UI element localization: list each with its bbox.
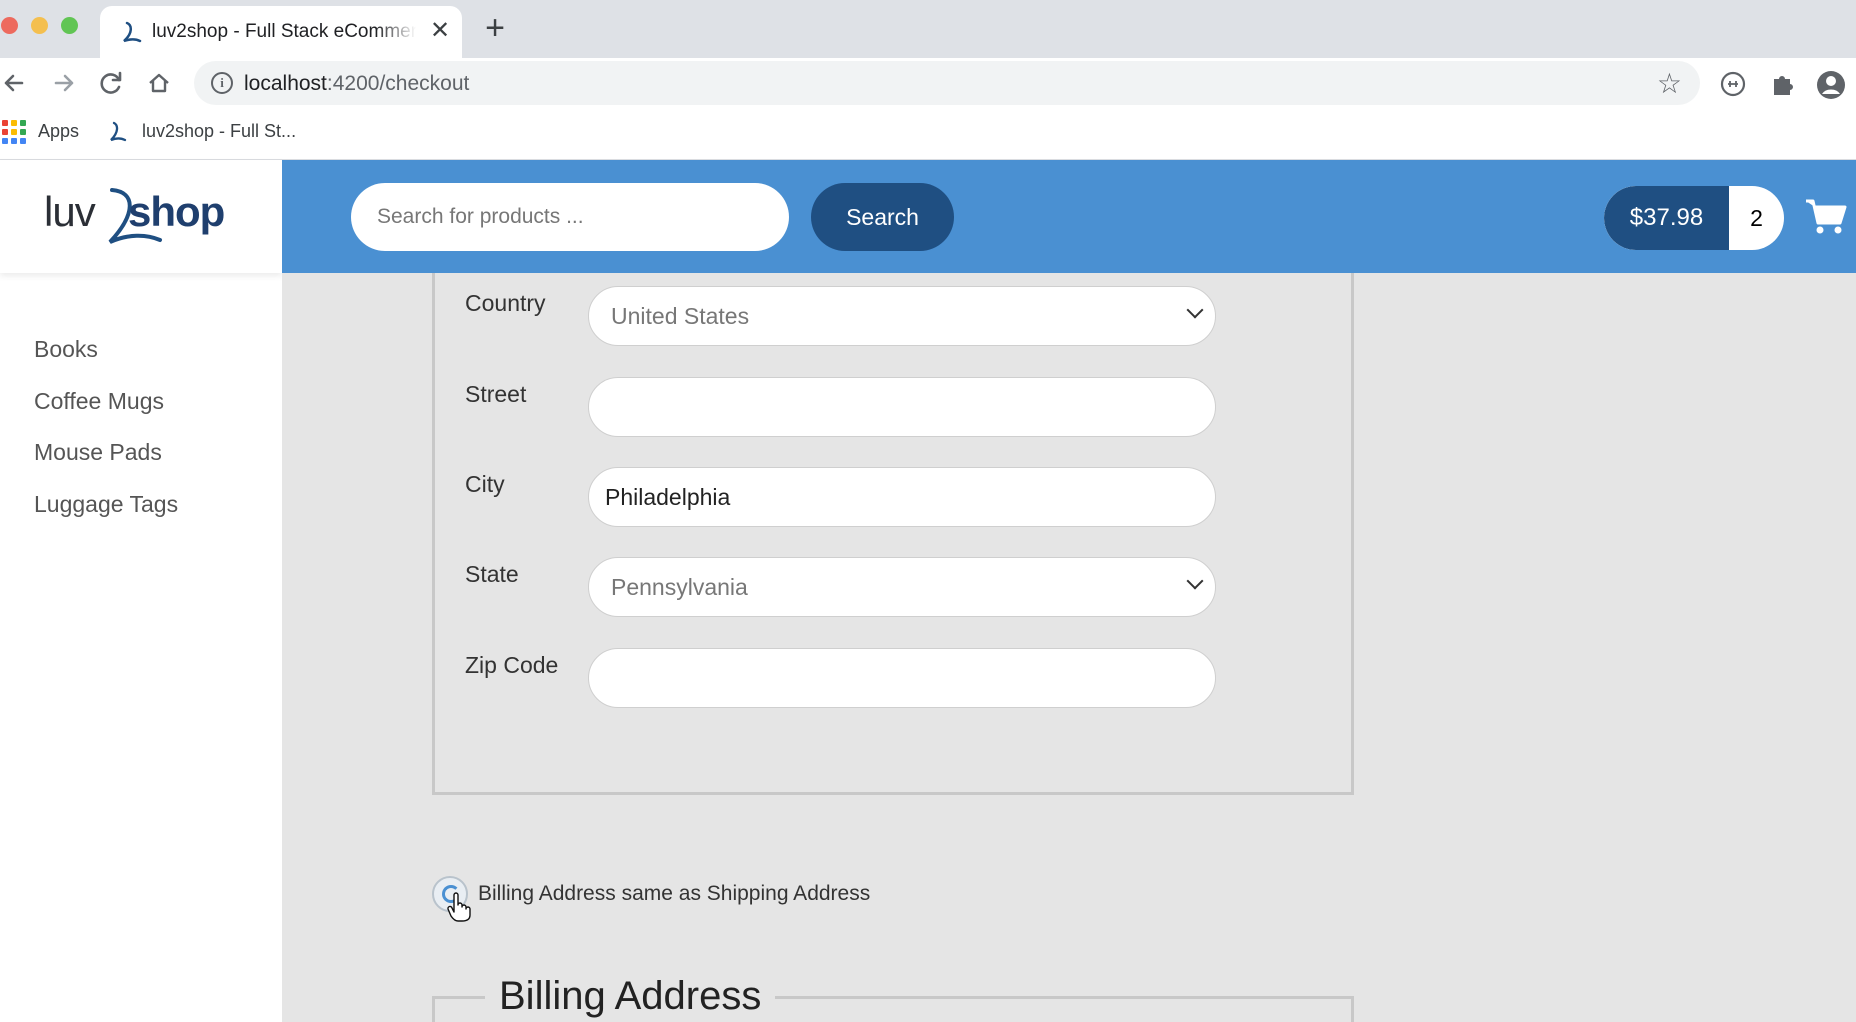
shopping-cart-icon[interactable]: [1804, 196, 1848, 236]
puzzle-extensions-icon[interactable]: [1767, 69, 1797, 99]
bookmark-luv2shop[interactable]: luv2shop - Full St...: [142, 121, 296, 142]
bookmark-apps[interactable]: Apps: [38, 121, 79, 142]
country-row: Country United States: [435, 286, 1357, 348]
category-mouse-pads[interactable]: Mouse Pads: [34, 439, 178, 491]
forward-arrow-icon[interactable]: [44, 64, 82, 102]
country-label: Country: [465, 290, 546, 316]
back-arrow-icon[interactable]: [0, 64, 34, 102]
category-luggage-tags[interactable]: Luggage Tags: [34, 491, 178, 543]
home-icon[interactable]: [140, 64, 178, 102]
extension-icon[interactable]: [1718, 69, 1748, 99]
zip-code-label: Zip Code: [465, 652, 559, 678]
street-row: Street: [435, 377, 1357, 439]
city-row: City Philadelphia: [435, 467, 1357, 529]
apps-grid-icon[interactable]: [2, 120, 26, 144]
luv2shop-bookmark-icon: [110, 121, 127, 142]
top-header: Search $37.98 2: [282, 160, 1856, 273]
browser-tabstrip: luv2shop - Full Stack eCommerce ✕ +: [0, 0, 1856, 58]
country-select[interactable]: United States: [588, 286, 1216, 346]
state-select[interactable]: Pennsylvania: [588, 557, 1216, 617]
url-text: localhost:4200/checkout: [244, 72, 470, 95]
minimize-window-button[interactable]: [31, 17, 48, 34]
browser-tab-active[interactable]: luv2shop - Full Stack eCommerce ✕: [100, 6, 462, 58]
bookmarks-bar: Apps luv2shop - Full St...: [0, 108, 1856, 160]
state-row: State Pennsylvania: [435, 557, 1357, 619]
search-button[interactable]: Search: [811, 183, 954, 251]
cart-status[interactable]: $37.98 2: [1604, 186, 1784, 250]
sidebar: luv shop Books Coffee Mugs Mouse Pads Lu…: [0, 160, 282, 1022]
city-input[interactable]: Philadelphia: [588, 467, 1216, 527]
category-books[interactable]: Books: [34, 336, 178, 388]
bookmark-star-icon[interactable]: ☆: [1657, 67, 1682, 100]
billing-address-fieldset: Billing Address: [432, 974, 1354, 1022]
chevron-down-icon: [1186, 572, 1204, 590]
close-tab-icon[interactable]: ✕: [426, 17, 454, 45]
street-input[interactable]: [588, 377, 1216, 437]
shipping-address-fieldset: Country United States Street City Philad…: [432, 273, 1354, 795]
brand-area: luv shop: [0, 160, 282, 273]
cart-total: $37.98: [1604, 186, 1729, 250]
street-label: Street: [465, 381, 527, 407]
chevron-down-icon: [1186, 301, 1204, 319]
pointer-cursor-icon: [447, 892, 471, 922]
profile-avatar-icon[interactable]: [1815, 69, 1845, 99]
tab-title: luv2shop - Full Stack eCommerce: [152, 21, 416, 43]
svg-text:shop: shop: [128, 188, 224, 235]
close-window-button[interactable]: [1, 17, 18, 34]
address-bar[interactable]: i localhost:4200/checkout ☆: [194, 61, 1700, 105]
maximize-window-button[interactable]: [61, 17, 78, 34]
reload-icon[interactable]: [92, 64, 130, 102]
billing-same-label[interactable]: Billing Address same as Shipping Address: [478, 882, 870, 906]
zip-row: Zip Code: [435, 648, 1357, 710]
app-root: luv shop Books Coffee Mugs Mouse Pads Lu…: [0, 160, 1856, 1022]
zip-code-input[interactable]: [588, 648, 1216, 708]
city-label: City: [465, 471, 505, 497]
svg-text:luv: luv: [44, 188, 96, 235]
luv2shop-logo[interactable]: luv shop: [40, 184, 230, 250]
site-info-icon[interactable]: i: [211, 72, 233, 94]
new-tab-icon[interactable]: +: [478, 11, 512, 46]
cart-quantity-badge: 2: [1750, 205, 1763, 231]
checkout-content: Country United States Street City Philad…: [282, 273, 1856, 1022]
luv2shop-favicon-icon: [123, 21, 142, 43]
category-coffee-mugs[interactable]: Coffee Mugs: [34, 388, 178, 440]
billing-address-heading: Billing Address: [485, 974, 776, 1019]
state-label: State: [465, 561, 519, 587]
category-menu: Books Coffee Mugs Mouse Pads Luggage Tag…: [34, 336, 178, 542]
browser-toolbar: i localhost:4200/checkout ☆: [0, 58, 1856, 108]
search-input[interactable]: [351, 183, 789, 251]
